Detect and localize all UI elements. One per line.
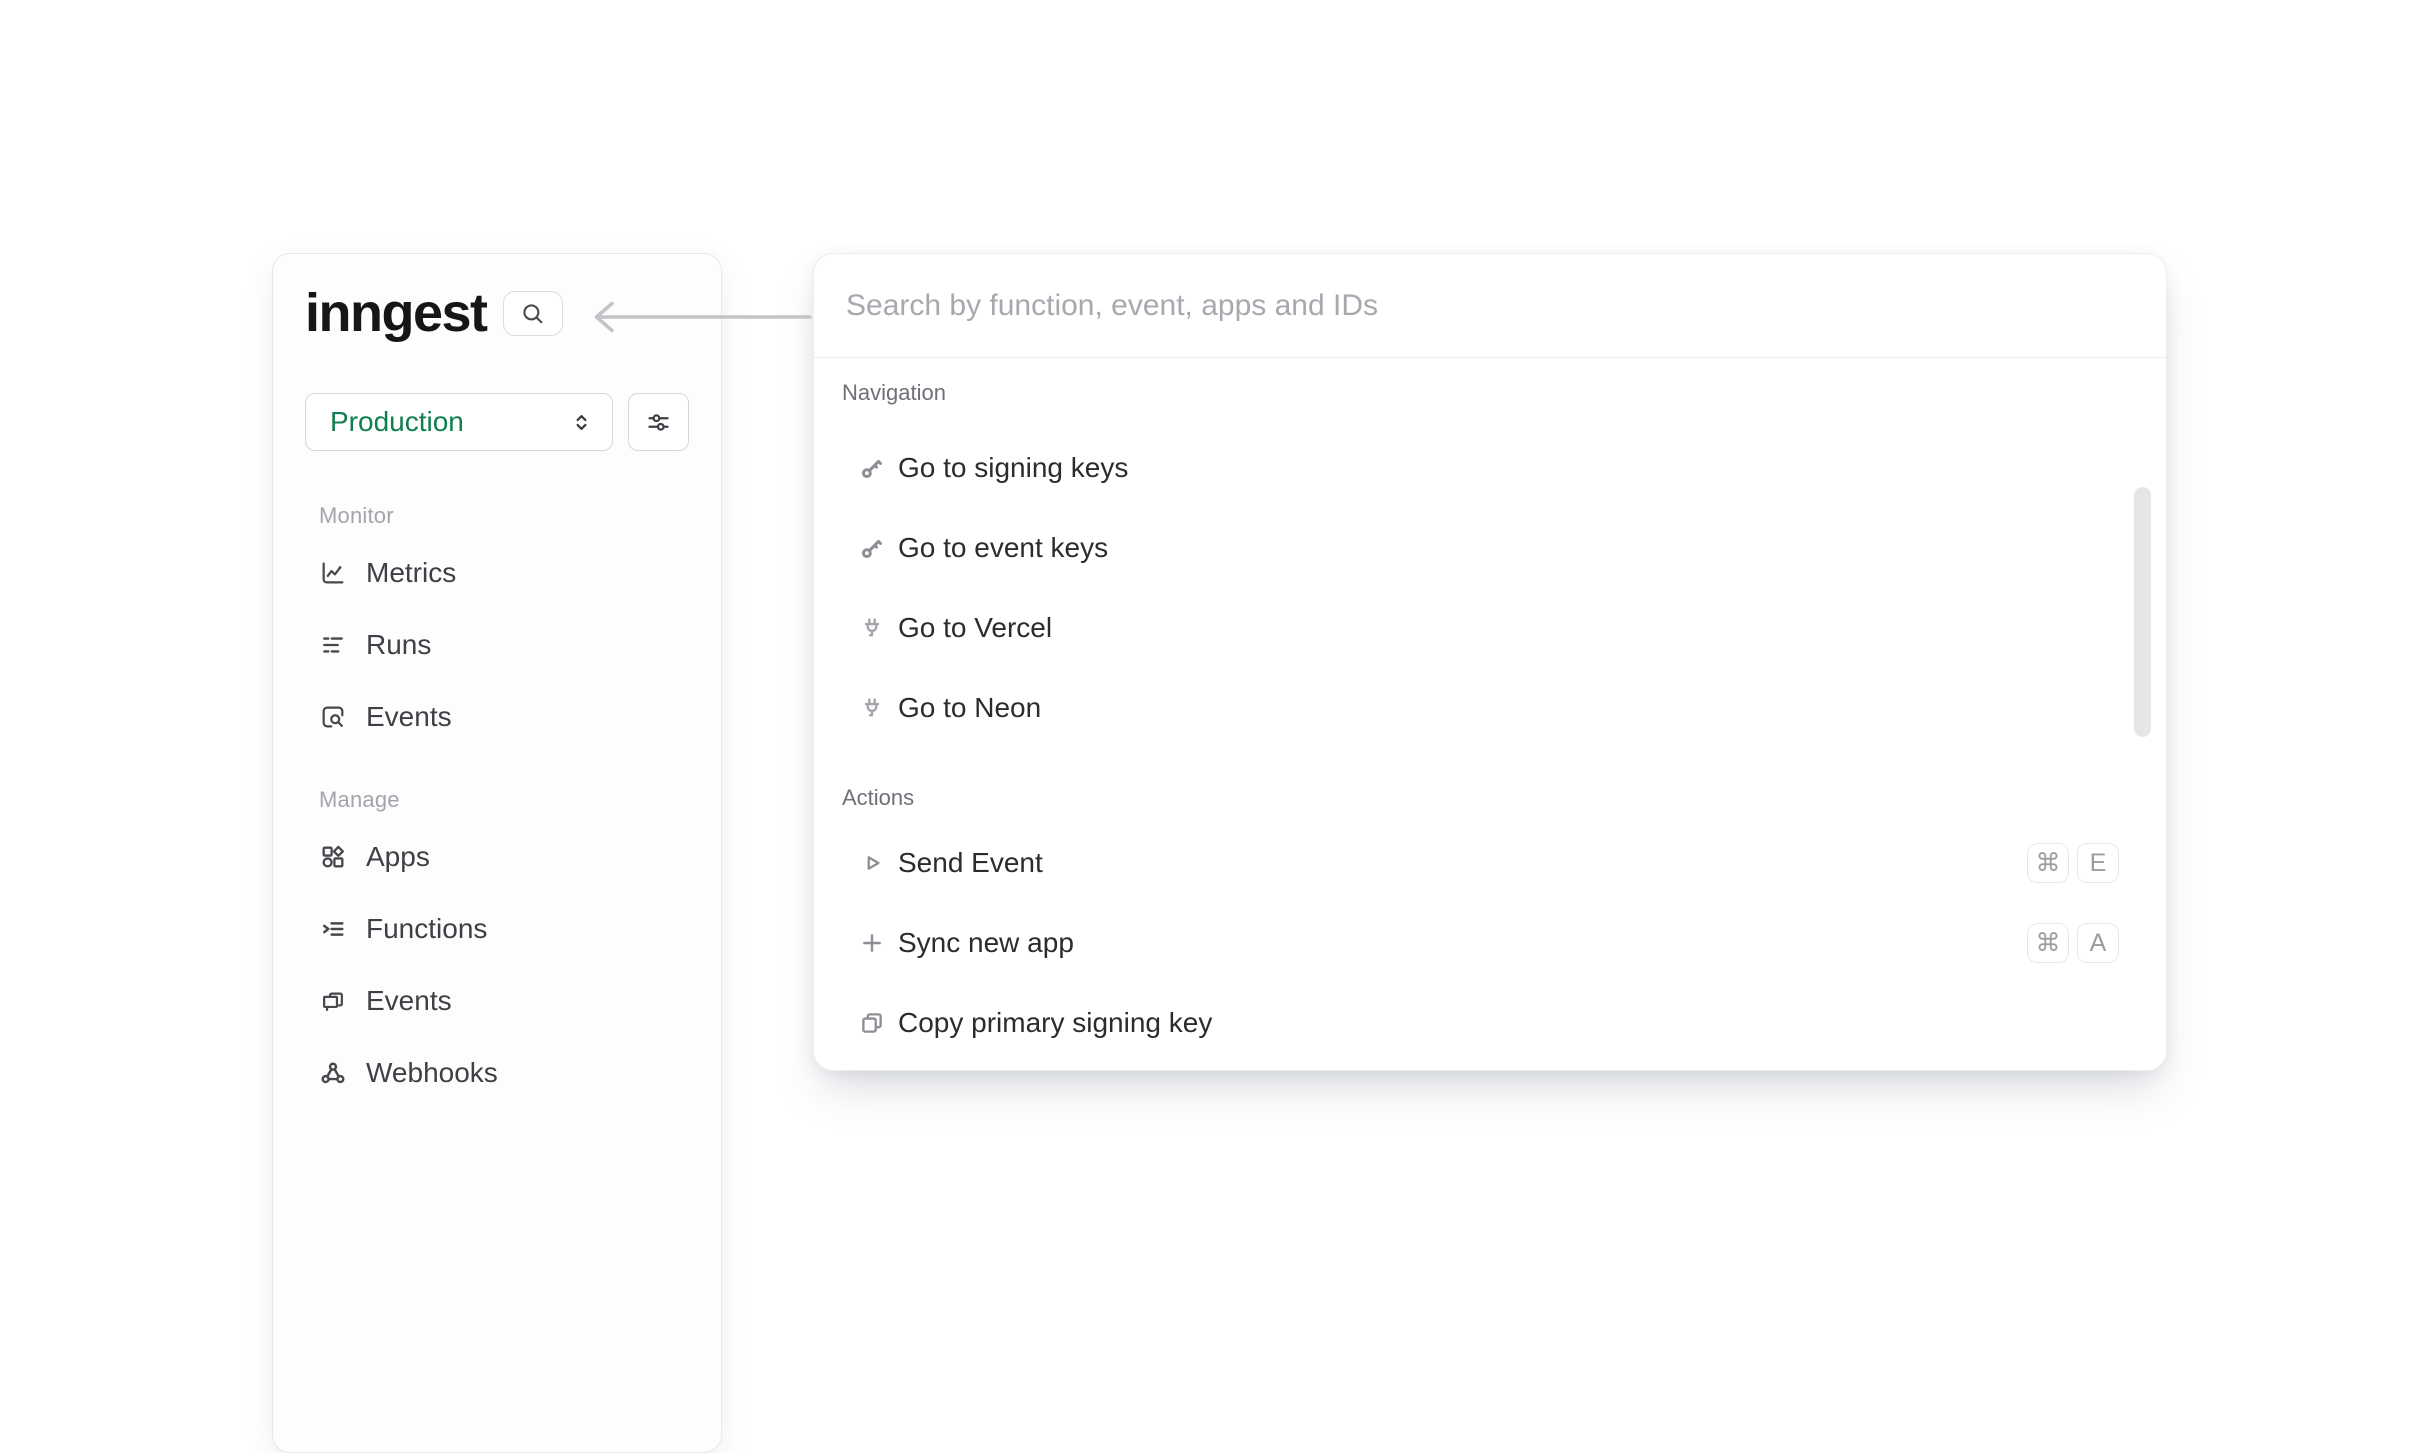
sidebar-item-label: Events — [366, 701, 452, 733]
environment-row: Production — [305, 393, 689, 451]
play-icon — [858, 849, 886, 877]
palette-group-navigation-label: Navigation — [842, 380, 2166, 406]
palette-item-go-to-signing-keys[interactable]: Go to signing keys — [814, 428, 2166, 508]
copy-icon — [858, 1009, 886, 1037]
palette-item-label: Go to event keys — [898, 532, 1108, 564]
palette-results: Navigation Go to signing keys — [814, 358, 2166, 1063]
sidebar-item-events-manage[interactable]: Events — [319, 973, 689, 1029]
sidebar-item-label: Apps — [366, 841, 430, 873]
sidebar-item-events-monitor[interactable]: Events — [319, 689, 689, 745]
plug-icon — [858, 694, 886, 722]
sidebar-item-metrics[interactable]: Metrics — [319, 545, 689, 601]
keycap-a: A — [2077, 923, 2119, 963]
palette-item-label: Go to Neon — [898, 692, 1041, 724]
callout-arrow — [584, 296, 812, 338]
palette-item-copy-primary-signing-key[interactable]: Copy primary signing key — [814, 983, 2166, 1063]
palette-item-label: Go to signing keys — [898, 452, 1128, 484]
events-icon — [319, 987, 347, 1015]
sidebar-item-webhooks[interactable]: Webhooks — [319, 1045, 689, 1101]
chevron-up-down-icon — [569, 410, 594, 435]
environment-selector[interactable]: Production — [305, 393, 613, 451]
palette-item-label: Sync new app — [898, 927, 1074, 959]
key-icon — [858, 534, 886, 562]
search-button[interactable] — [503, 291, 563, 336]
sidebar-item-label: Runs — [366, 629, 431, 661]
palette-item-label: Go to Vercel — [898, 612, 1052, 644]
sidebar-item-label: Functions — [366, 913, 487, 945]
palette-scrollbar-thumb[interactable] — [2134, 487, 2151, 737]
sidebar-section-manage-label: Manage — [319, 787, 689, 813]
sidebar-item-label: Metrics — [366, 557, 456, 589]
plus-icon — [858, 929, 886, 957]
keycap-e: E — [2077, 843, 2119, 883]
palette-search-input[interactable] — [846, 289, 2134, 323]
apps-icon — [319, 843, 347, 871]
environment-filter-button[interactable] — [628, 393, 689, 451]
sidebar-section-monitor-label: Monitor — [319, 503, 689, 529]
palette-item-sync-new-app[interactable]: Sync new app ⌘ A — [814, 903, 2166, 983]
palette-item-go-to-neon[interactable]: Go to Neon — [814, 668, 2166, 748]
sidebar-item-label: Events — [366, 985, 452, 1017]
shortcut-sync-new-app: ⌘ A — [2027, 923, 2119, 963]
event-search-icon — [319, 703, 347, 731]
palette-item-send-event[interactable]: Send Event ⌘ E — [814, 823, 2166, 903]
sidebar-item-label: Webhooks — [366, 1057, 498, 1089]
inngest-logo: inngest — [305, 284, 487, 342]
palette-item-label: Send Event — [898, 847, 1043, 879]
command-palette: Navigation Go to signing keys — [813, 253, 2167, 1071]
palette-item-go-to-event-keys[interactable]: Go to event keys — [814, 508, 2166, 588]
environment-selector-value: Production — [330, 406, 464, 438]
sidebar-item-apps[interactable]: Apps — [319, 829, 689, 885]
palette-group-actions-label: Actions — [842, 785, 2166, 811]
sidebar-monitor-list: Metrics Runs Events — [305, 545, 689, 745]
sidebar: inngest Production — [272, 253, 722, 1453]
palette-item-label: Copy primary signing key — [898, 1007, 1212, 1039]
runs-icon — [319, 631, 347, 659]
key-icon — [858, 454, 886, 482]
functions-icon — [319, 915, 347, 943]
palette-search-bar — [814, 254, 2166, 358]
shortcut-send-event: ⌘ E — [2027, 843, 2119, 883]
sidebar-manage-list: Apps Functions Events — [305, 829, 689, 1101]
palette-group-navigation: Go to signing keys Go to event keys — [814, 428, 2166, 748]
sidebar-item-functions[interactable]: Functions — [319, 901, 689, 957]
keycap-cmd: ⌘ — [2027, 843, 2069, 883]
palette-item-go-to-vercel[interactable]: Go to Vercel — [814, 588, 2166, 668]
keycap-cmd: ⌘ — [2027, 923, 2069, 963]
metrics-icon — [319, 559, 347, 587]
palette-group-actions: Send Event ⌘ E Sync new app ⌘ A — [814, 823, 2166, 1063]
plug-icon — [858, 614, 886, 642]
sidebar-item-runs[interactable]: Runs — [319, 617, 689, 673]
sliders-icon — [645, 409, 672, 436]
search-icon — [519, 300, 546, 327]
webhooks-icon — [319, 1059, 347, 1087]
